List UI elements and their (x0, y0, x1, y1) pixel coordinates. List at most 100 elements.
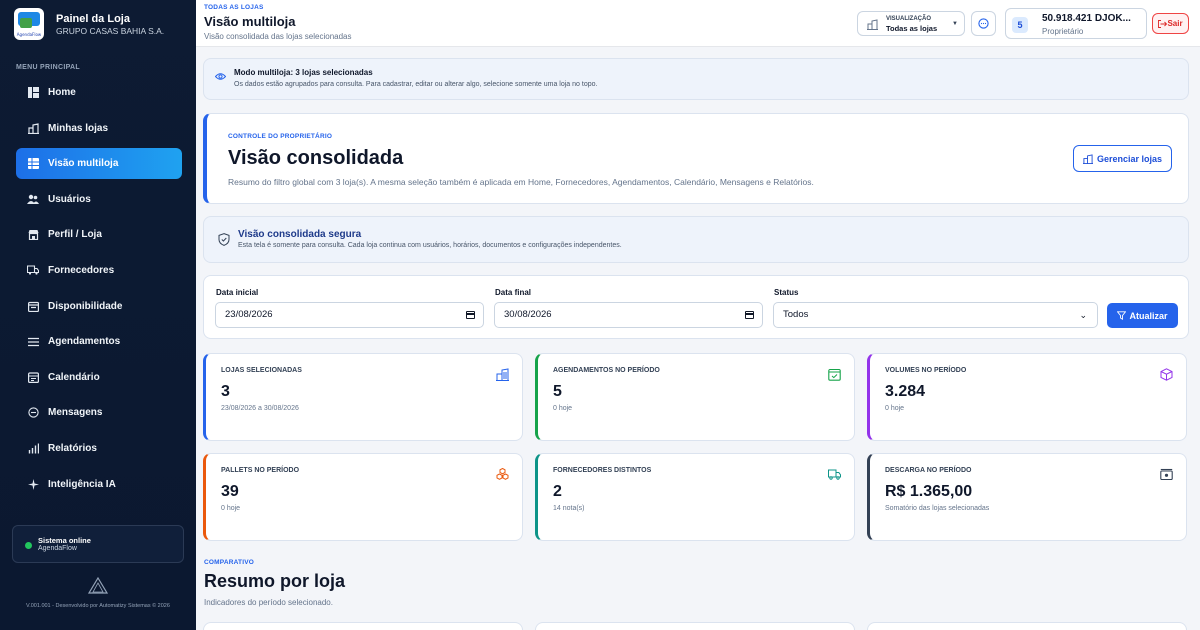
start-date-label: Data inicial (216, 288, 259, 297)
kpi-card-lojas: LOJAS SELECIONADAS 3 23/08/2026 a 30/08/… (203, 353, 523, 441)
kpi-card-volumes: VOLUMES NO PERÍODO 3.284 0 hoje (867, 353, 1187, 441)
start-date-input[interactable]: 23/08/2026 (215, 302, 484, 328)
kpi-value: R$ 1.365,00 (885, 483, 973, 500)
status-select[interactable]: Todos ⌄ (773, 302, 1098, 328)
kpi-label: VOLUMES NO PERÍODO (885, 367, 967, 374)
summary-kicker: COMPARATIVO (204, 559, 254, 566)
kpi-card-fornecedores: FORNECEDORES DISTINTOS 2 14 nota(s) (535, 453, 855, 541)
kpi-label: PALLETS NO PERÍODO (221, 467, 300, 474)
kpi-subtext: 0 hoje (221, 505, 241, 512)
store-profile-icon (27, 229, 39, 241)
sparkle-icon (27, 478, 39, 490)
hero-description: Resumo do filtro global com 3 loja(s). A… (228, 177, 814, 187)
online-indicator (25, 542, 32, 549)
end-date-label: Data final (495, 288, 532, 297)
status-value: Todos (783, 309, 809, 320)
kpi-subtext: 23/08/2026 a 30/08/2026 (221, 405, 299, 412)
sidebar-item-usuarios[interactable]: Usuários (16, 184, 182, 215)
sidebar-item-relatorios[interactable]: Relatórios (16, 433, 182, 464)
notice-text: Os dados estão agrupados para consulta. … (234, 81, 598, 88)
page-title: Visão multiloja (204, 14, 296, 29)
shield-check-icon (218, 233, 230, 246)
message-icon (978, 18, 989, 29)
sidebar-item-agendamentos[interactable]: Agendamentos (16, 326, 182, 357)
truck-icon (828, 469, 841, 480)
sidebar-item-label: Relatórios (48, 442, 97, 454)
calendar-icon[interactable] (466, 311, 475, 319)
calendar-clock-icon (27, 300, 39, 312)
page-subtitle: Visão consolidada das lojas selecionadas (204, 32, 352, 41)
manage-stores-button[interactable]: Gerenciar lojas (1073, 145, 1172, 172)
agendaflow-logo: AgendaFlow (14, 8, 44, 40)
sidebar-item-disponibilidade[interactable]: Disponibilidade (16, 291, 182, 322)
refresh-button[interactable]: Atualizar (1107, 303, 1178, 328)
status-title: Sistema online (38, 536, 91, 545)
sidebar-item-label: Mensagens (48, 407, 103, 419)
sidebar-item-label: Agendamentos (48, 336, 121, 348)
kpi-subtext: Somatório das lojas selecionadas (885, 505, 990, 512)
grid-icon (27, 158, 39, 170)
building-icon (867, 19, 878, 30)
store-count-badge: 5 (1012, 17, 1028, 33)
kpi-value: 2 (553, 483, 562, 500)
kpi-card-descarga: DESCARGA NO PERÍODO R$ 1.365,00 Somatóri… (867, 453, 1187, 541)
end-date-input[interactable]: 30/08/2026 (494, 302, 763, 328)
boxes-icon (496, 468, 509, 480)
kpi-value: 39 (221, 483, 239, 500)
start-date-value: 23/08/2026 (225, 309, 273, 320)
visualization-label: VISUALIZAÇÃO (886, 16, 931, 22)
kpi-label: LOJAS SELECIONADAS (221, 367, 302, 374)
calendar-check-icon (828, 368, 841, 381)
owner-control-panel: CONTROLE DO PROPRIETÁRIO Visão consolida… (203, 113, 1189, 204)
sidebar-item-home[interactable]: Home (16, 77, 182, 108)
kpi-label: FORNECEDORES DISTINTOS (553, 467, 652, 474)
building-icon (1082, 153, 1093, 164)
breadcrumb: TODAS AS LOJAS (204, 4, 264, 11)
logout-label: Sair (1167, 19, 1183, 28)
kpi-label: AGENDAMENTOS NO PERÍODO (553, 367, 660, 374)
kpi-value: 3.284 (885, 383, 926, 400)
visualization-value: Todas as lojas (886, 24, 938, 33)
system-status: Sistema online AgendaFlow (12, 525, 184, 563)
safe-text: Esta tela é somente para consulta. Cada … (238, 242, 622, 249)
kpi-value: 5 (553, 383, 562, 400)
main-menu: Home Minhas lojas Visão multiloja Usuári… (16, 77, 182, 504)
brand-subtitle: GRUPO CASAS BAHIA S.A. (56, 25, 165, 36)
store-summary-card (535, 622, 855, 630)
user-role: Proprietário (1042, 27, 1084, 36)
calendar-icon (27, 371, 39, 383)
sidebar-item-perfil-loja[interactable]: Perfil / Loja (16, 219, 182, 250)
visualization-select[interactable]: VISUALIZAÇÃO Todas as lojas ▼ (857, 11, 965, 36)
home-icon (27, 87, 39, 99)
kpi-card-pallets: PALLETS NO PERÍODO 39 0 hoje (203, 453, 523, 541)
hero-kicker: CONTROLE DO PROPRIETÁRIO (228, 133, 333, 140)
sidebar: AgendaFlow Painel da Loja GRUPO CASAS BA… (0, 0, 196, 630)
brand[interactable]: AgendaFlow Painel da Loja GRUPO CASAS BA… (14, 8, 164, 40)
kpi-subtext: 0 hoje (885, 405, 905, 412)
sidebar-item-mensagens[interactable]: Mensagens (16, 397, 182, 428)
automatizy-logo (88, 577, 108, 594)
sidebar-item-minhas-lojas[interactable]: Minhas lojas (16, 113, 182, 144)
filter-icon (1117, 311, 1127, 320)
sidebar-item-inteligencia-ia[interactable]: Inteligência IA (16, 469, 182, 500)
kpi-subtext: 0 hoje (553, 405, 573, 412)
stores-icon (27, 122, 39, 134)
end-date-value: 30/08/2026 (504, 309, 552, 320)
sidebar-item-label: Minhas lojas (48, 122, 109, 134)
user-menu[interactable]: 5 50.918.421 DJOK... Proprietário (1005, 8, 1147, 39)
calendar-icon[interactable] (745, 311, 754, 319)
users-icon (27, 193, 39, 205)
sidebar-item-visao-multiloja[interactable]: Visão multiloja (16, 148, 182, 180)
multistore-notice: Modo multiloja: 3 lojas selecionadas Os … (203, 58, 1189, 100)
store-summary-card (203, 622, 523, 630)
sidebar-item-label: Visão multiloja (48, 158, 119, 170)
sidebar-item-label: Fornecedores (48, 264, 115, 276)
sidebar-item-fornecedores[interactable]: Fornecedores (16, 255, 182, 286)
messages-button[interactable] (971, 11, 996, 36)
sidebar-item-calendario[interactable]: Calendário (16, 362, 182, 393)
sidebar-item-label: Disponibilidade (48, 300, 123, 312)
chevron-down-icon: ⌄ (1079, 310, 1087, 320)
kpi-label: DESCARGA NO PERÍODO (885, 467, 972, 474)
hero-title: Visão consolidada (228, 147, 404, 169)
logout-button[interactable]: Sair (1152, 13, 1189, 34)
